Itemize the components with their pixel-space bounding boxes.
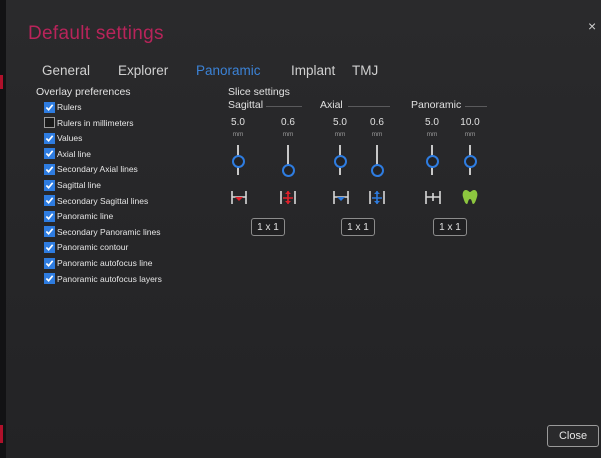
checkmark-icon — [45, 212, 54, 220]
overlay-option-label: Secondary Axial lines — [57, 164, 138, 175]
overlay-option-row[interactable]: Rulers — [44, 100, 82, 114]
sagittal-spacing-value: 0.6 — [281, 117, 295, 128]
overlay-option-label: Rulers — [57, 102, 82, 112]
overlay-option-row[interactable]: Panoramic line — [44, 209, 113, 223]
checkbox-checked[interactable] — [44, 226, 55, 238]
checkmark-icon — [45, 166, 54, 173]
checkmark-icon — [45, 197, 54, 205]
tab-tmj[interactable]: TMJ — [352, 63, 378, 78]
overlay-option-label: Secondary Sagittal lines — [57, 195, 149, 206]
overlay-option-label: Rulers in millimeters — [57, 117, 134, 128]
edge-accent — [0, 75, 3, 89]
axial-layout-button[interactable]: 1 x 1 — [341, 218, 375, 236]
panoramic-layer-slider[interactable] — [463, 145, 477, 175]
checkmark-icon — [45, 275, 54, 283]
overlay-option-row[interactable]: Rulers in millimeters — [44, 116, 134, 130]
group-label-sagittal: Sagittal — [228, 99, 264, 111]
checkmark-icon — [45, 228, 54, 236]
overlay-option-label: Panoramic contour — [57, 242, 129, 253]
overlay-option-label: Secondary Panoramic lines — [57, 226, 161, 237]
overlay-option-row[interactable]: Sagittal line — [44, 178, 101, 192]
panoramic-thickness-slider[interactable] — [425, 145, 439, 175]
slice-thickness-icon[interactable] — [332, 188, 350, 206]
edge-accent-bottom — [0, 425, 3, 443]
checkbox-checked[interactable] — [44, 241, 55, 253]
checkmark-icon — [45, 150, 54, 158]
overlay-option-label: Panoramic line — [57, 211, 114, 222]
overlay-option-row[interactable]: Panoramic contour — [44, 240, 128, 254]
tab-implant[interactable]: Implant — [291, 63, 335, 78]
checkmark-icon — [45, 134, 54, 142]
overlay-option-row[interactable]: Secondary Axial lines — [44, 162, 138, 176]
close-icon[interactable]: × — [588, 18, 596, 34]
checkbox-checked[interactable] — [44, 195, 55, 207]
default-settings-dialog: Default settings × General Explorer Pano… — [0, 0, 601, 458]
overlay-option-row[interactable]: Secondary Sagittal lines — [44, 194, 148, 208]
group-label-axial: Axial — [320, 99, 343, 111]
window-edge — [0, 0, 6, 458]
overlay-preferences-title: Overlay preferences — [36, 86, 131, 98]
checkbox-checked[interactable] — [44, 273, 55, 285]
checkmark-icon — [45, 259, 54, 267]
group-divider — [348, 106, 390, 107]
axial-spacing-slider[interactable] — [370, 145, 384, 177]
sagittal-thickness-unit: mm — [232, 131, 244, 138]
group-divider — [465, 106, 487, 107]
panoramic-layout-button[interactable]: 1 x 1 — [433, 218, 467, 236]
sagittal-thickness-value: 5.0 — [231, 117, 245, 128]
checkbox-checked[interactable] — [44, 163, 55, 175]
panoramic-layer-value: 10.0 — [460, 117, 480, 128]
slice-thickness-icon[interactable] — [230, 188, 248, 206]
sagittal-spacing-unit: mm — [282, 131, 294, 138]
checkmark-icon — [45, 244, 54, 251]
overlay-option-label: Values — [57, 133, 83, 144]
checkmark-icon — [45, 103, 54, 111]
checkbox-checked[interactable] — [44, 210, 55, 222]
overlay-option-label: Panoramic autofocus line — [57, 258, 153, 268]
close-button[interactable]: Close — [547, 425, 599, 447]
overlay-option-row[interactable]: Panoramic autofocus layers — [44, 272, 162, 286]
checkmark-icon — [45, 181, 54, 189]
overlay-option-label: Panoramic autofocus layers — [57, 273, 162, 284]
checkbox-checked[interactable] — [44, 132, 55, 144]
overlay-option-label: Axial line — [57, 148, 92, 159]
group-label-panoramic: Panoramic — [411, 99, 462, 111]
panoramic-thickness-unit: mm — [426, 131, 438, 138]
checkbox-checked[interactable] — [44, 101, 55, 113]
overlay-option-row[interactable]: Secondary Panoramic lines — [44, 225, 160, 239]
overlay-option-row[interactable]: Values — [44, 131, 82, 145]
axial-spacing-unit: mm — [371, 131, 383, 138]
checkbox-checked[interactable] — [44, 148, 55, 160]
tab-explorer[interactable]: Explorer — [118, 63, 168, 78]
slice-settings-title: Slice settings — [228, 86, 290, 98]
overlay-option-row[interactable]: Axial line — [44, 147, 91, 161]
overlay-option-row[interactable]: Panoramic autofocus line — [44, 256, 152, 270]
sagittal-layout-button[interactable]: 1 x 1 — [251, 218, 285, 236]
checkbox-checked[interactable] — [44, 179, 55, 191]
panoramic-thickness-value: 5.0 — [425, 117, 439, 128]
axial-thickness-unit: mm — [334, 131, 346, 138]
slice-spacing-icon[interactable] — [279, 188, 297, 206]
sagittal-thickness-slider[interactable] — [231, 145, 245, 175]
axial-thickness-value: 5.0 — [333, 117, 347, 128]
axial-thickness-slider[interactable] — [333, 145, 347, 175]
overlay-option-label: Sagittal line — [57, 180, 101, 190]
checkbox-unchecked[interactable] — [44, 117, 55, 129]
panoramic-layer-unit: mm — [464, 131, 476, 138]
dialog-title: Default settings — [28, 23, 164, 44]
group-divider — [266, 106, 302, 107]
slice-spacing-icon[interactable] — [368, 188, 386, 206]
tab-panoramic[interactable]: Panoramic — [196, 63, 261, 78]
sagittal-spacing-slider[interactable] — [281, 145, 295, 177]
tab-general[interactable]: General — [42, 63, 90, 78]
checkbox-checked[interactable] — [44, 257, 55, 269]
axial-spacing-value: 0.6 — [370, 117, 384, 128]
tooth-icon[interactable] — [461, 188, 479, 206]
slice-thickness-icon[interactable] — [424, 188, 442, 206]
